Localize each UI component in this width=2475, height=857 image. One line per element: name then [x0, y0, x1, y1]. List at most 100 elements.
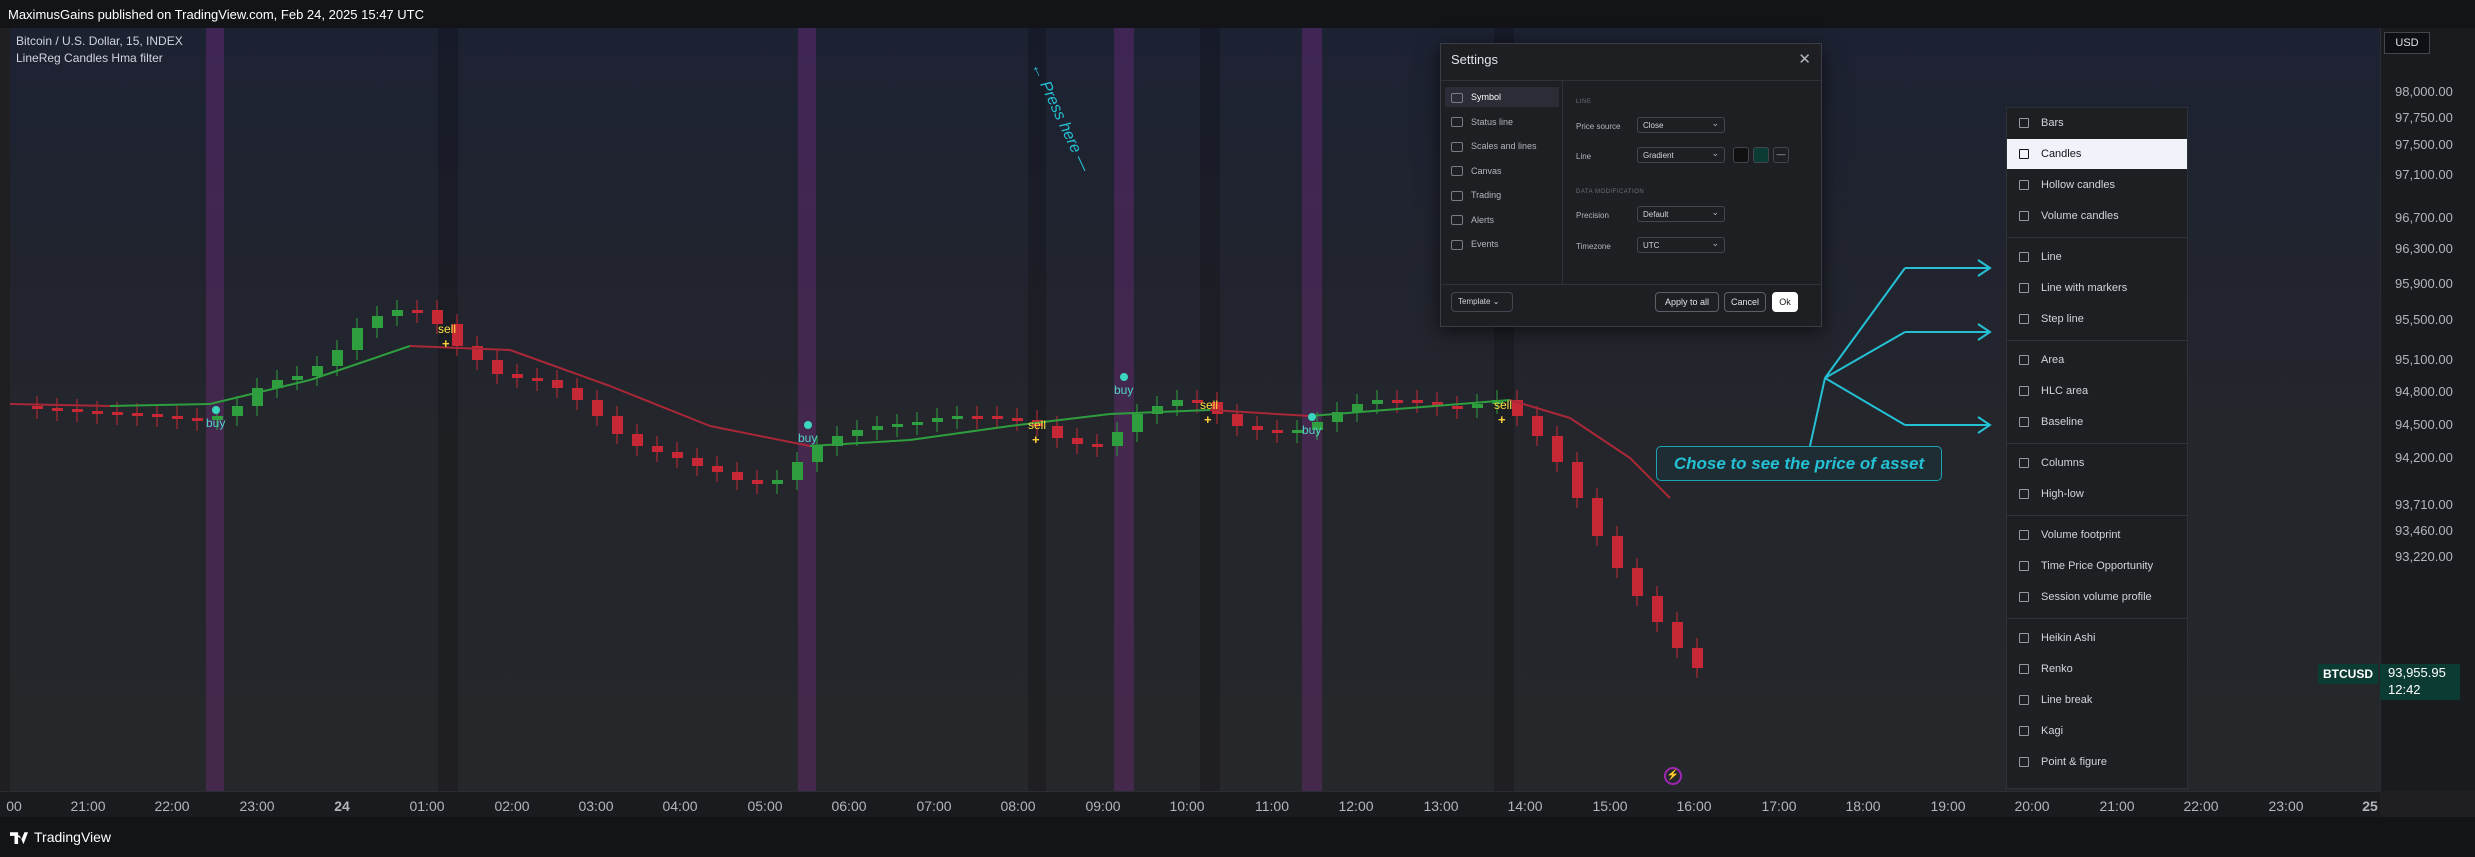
- line-icon: [2019, 252, 2029, 262]
- chart-type-columns[interactable]: Columns: [2007, 448, 2187, 478]
- step-line-icon: [2019, 314, 2029, 324]
- cancel-button[interactable]: Cancel: [1724, 292, 1766, 312]
- candle: [932, 418, 943, 422]
- chart-type-hlc-area[interactable]: HLC area: [2007, 376, 2187, 406]
- candle: [612, 416, 623, 434]
- tradingview-logo[interactable]: TradingView: [10, 829, 111, 845]
- chart-type-label: Session volume profile: [2041, 591, 2152, 603]
- chart-type-label: Heikin Ashi: [2041, 632, 2096, 644]
- area-icon: [2019, 355, 2029, 365]
- currency-selector[interactable]: USD: [2384, 32, 2430, 54]
- chart-type-line[interactable]: Line: [2007, 242, 2187, 272]
- candle: [1612, 536, 1623, 568]
- events-icon: [1451, 239, 1463, 250]
- time-tick-label: 22:00: [154, 798, 190, 814]
- candle: [152, 414, 163, 417]
- chart-type-volume-candles[interactable]: Volume candles: [2007, 201, 2187, 231]
- candle: [752, 480, 763, 484]
- settings-tab-label: Alerts: [1471, 214, 1495, 225]
- chart-type-high-low[interactable]: High-low: [2007, 479, 2187, 509]
- time-tick-label: 16:00: [1676, 798, 1712, 814]
- time-tick-label: 08:00: [1000, 798, 1036, 814]
- settings-tab-scales-and-lines[interactable]: Scales and lines: [1445, 136, 1559, 156]
- candle: [292, 376, 303, 380]
- volume-candles-icon: [2019, 211, 2029, 221]
- publish-info: MaximusGains published on TradingView.co…: [8, 7, 424, 22]
- apply-to-all-button[interactable]: Apply to all: [1655, 292, 1719, 312]
- menu-divider: [2007, 237, 2187, 238]
- chart-type-point-figure[interactable]: Point & figure: [2007, 747, 2187, 777]
- price-tick-label: 96,700.00: [2395, 210, 2453, 225]
- candle: [132, 413, 143, 416]
- chart-type-volume-footprint[interactable]: Volume footprint: [2007, 520, 2187, 550]
- settings-tab-canvas[interactable]: Canvas: [1445, 161, 1559, 181]
- moving-average-line: [609, 385, 711, 427]
- symbol-title[interactable]: Bitcoin / U.S. Dollar, 15, INDEX: [16, 33, 183, 50]
- settings-tab-label: Status line: [1471, 116, 1514, 127]
- timezone-select[interactable]: UTC: [1637, 235, 1725, 253]
- chart-type-line-with-markers[interactable]: Line with markers: [2007, 273, 2187, 303]
- alerts-icon: [1451, 215, 1463, 226]
- price-tick-label: 95,100.00: [2395, 352, 2453, 367]
- line-width-icon[interactable]: —: [1773, 147, 1789, 163]
- candle: [1012, 418, 1023, 421]
- sell-signal: sell: [438, 322, 457, 336]
- price-tick-label: 94,800.00: [2395, 384, 2453, 399]
- time-tick-label: 21:00: [2099, 798, 2135, 814]
- chart-type-area[interactable]: Area: [2007, 345, 2187, 375]
- line-color-swatch[interactable]: [1753, 147, 1769, 163]
- settings-tab-alerts[interactable]: Alerts: [1445, 210, 1559, 230]
- close-icon[interactable]: ✕: [1798, 50, 1811, 68]
- line-color-swatch[interactable]: [1733, 147, 1749, 163]
- settings-tab-status-line[interactable]: Status line: [1445, 112, 1559, 132]
- time-tick-label: 03:00: [578, 798, 614, 814]
- chart-type-time-price-opportunity[interactable]: Time Price Opportunity: [2007, 551, 2187, 581]
- candle: [172, 416, 183, 419]
- time-axis[interactable]: 00 21:00 22:00 23:00 24 01:00 02:00 03:00 04:00 0…: [0, 791, 2380, 818]
- chart-type-label: Bars: [2041, 117, 2064, 129]
- price-source-select[interactable]: Close: [1637, 115, 1725, 133]
- lightning-icon[interactable]: ⚡: [1664, 767, 1682, 785]
- divider: [1441, 80, 1821, 81]
- chart-type-bars[interactable]: Bars: [2007, 108, 2187, 138]
- chart-type-session-volume-profile[interactable]: Session volume profile: [2007, 582, 2187, 612]
- chart-type-hollow-candles[interactable]: Hollow candles: [2007, 170, 2187, 200]
- chose-price-annotation: Chose to see the price of asset: [1656, 446, 1942, 481]
- candle: [1072, 438, 1083, 444]
- chart-type-renko[interactable]: Renko: [2007, 654, 2187, 684]
- time-tick-label: 07:00: [916, 798, 952, 814]
- candle: [792, 462, 803, 480]
- chart-type-baseline[interactable]: Baseline: [2007, 407, 2187, 437]
- sell-marker: +: [442, 336, 450, 351]
- precision-select[interactable]: Default: [1637, 204, 1725, 222]
- chart-type-heikin-ashi[interactable]: Heikin Ashi: [2007, 623, 2187, 653]
- price-tick-label: 97,500.00: [2395, 137, 2453, 152]
- line-with-markers-icon: [2019, 283, 2029, 293]
- settings-tab-symbol[interactable]: Symbol: [1445, 87, 1559, 107]
- chart-type-line-break[interactable]: Line break: [2007, 685, 2187, 715]
- last-price-tag: 93,955.95 12:42: [2380, 664, 2460, 700]
- price-tick-label: 98,000.00: [2395, 84, 2453, 99]
- candle: [1172, 400, 1183, 406]
- price-tick-label: 96,300.00: [2395, 241, 2453, 256]
- tradingview-logo-icon: [10, 832, 28, 845]
- candle: [632, 434, 643, 446]
- candle: [1112, 432, 1123, 446]
- ok-button[interactable]: Ok: [1772, 292, 1798, 312]
- settings-tab-events[interactable]: Events: [1445, 234, 1559, 254]
- moving-average-line: [10, 403, 111, 407]
- line-style-select[interactable]: Gradient: [1637, 145, 1725, 163]
- chart-type-label: Line: [2041, 251, 2062, 263]
- candle: [352, 328, 363, 350]
- candle: [1052, 426, 1063, 438]
- settings-tab-trading[interactable]: Trading: [1445, 185, 1559, 205]
- template-dropdown[interactable]: Template ⌄: [1451, 292, 1513, 312]
- price-tick-label: 93,710.00: [2395, 497, 2453, 512]
- indicator-title[interactable]: LineReg Candles Hma filter: [16, 50, 183, 67]
- candle: [1372, 400, 1383, 404]
- chart-type-candles[interactable]: Candles: [2007, 139, 2187, 169]
- buy-dot: [804, 421, 812, 429]
- chart-type-step-line[interactable]: Step line: [2007, 304, 2187, 334]
- chart-type-kagi[interactable]: Kagi: [2007, 716, 2187, 746]
- moving-average-line: [109, 403, 211, 407]
